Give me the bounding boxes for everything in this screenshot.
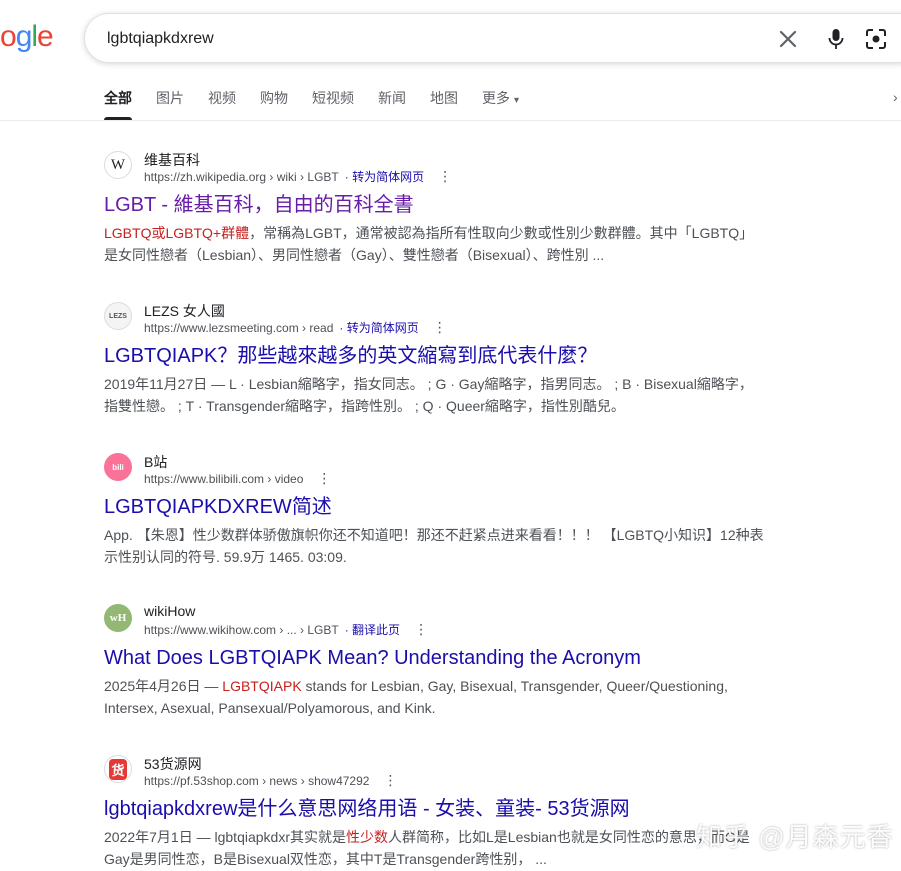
google-logo[interactable]: ogle	[0, 20, 54, 56]
tab-more[interactable]: 更多 ▾	[482, 88, 519, 120]
tab-images[interactable]: 图片	[156, 88, 184, 120]
result-site-name: 维基百科	[144, 152, 200, 168]
tools-edge[interactable]: ›	[893, 89, 898, 105]
more-options-icon[interactable]: ⋮	[383, 772, 397, 789]
tab-news[interactable]: 新闻	[378, 88, 406, 120]
search-tabs: 全部 图片 视频 购物 短视频 新闻 地图 更多 ▾	[104, 88, 543, 120]
result-url: https://www.lezsmeeting.com › read · 转为简体…	[144, 319, 447, 336]
53shop-favicon-icon: 货	[104, 755, 132, 783]
result-snippet: 2025年4月26日 — LGBTQIAPK stands for Lesbia…	[104, 678, 728, 716]
translate-link[interactable]: · 翻译此页	[345, 621, 400, 638]
tab-videos[interactable]: 视频	[208, 88, 236, 120]
result-title[interactable]: What Does LGBTQIAPK Mean? Understanding …	[104, 645, 764, 671]
tab-shopping[interactable]: 购物	[260, 88, 288, 120]
result-site-name: wikiHow	[144, 603, 196, 619]
result-snippet: LGBTQ或LGBTQ+群體，常稱為LGBT，通常被認為指所有性取向少數或性別少…	[104, 225, 754, 263]
search-result: LEZS LEZS 女人國 https://www.lezsmeeting.co…	[104, 301, 764, 417]
result-site-name: B站	[144, 454, 168, 470]
result-title[interactable]: LGBTQIAPKDXREW简述	[104, 494, 764, 520]
clear-icon[interactable]	[776, 27, 800, 51]
microphone-icon[interactable]	[824, 27, 848, 51]
search-result: W 维基百科 https://zh.wikipedia.org › wiki ›…	[104, 150, 764, 266]
camera-lens-icon[interactable]	[864, 27, 888, 51]
translate-link[interactable]: · 转为简体网页	[339, 319, 418, 336]
result-title[interactable]: LGBT - 維基百科，自由的百科全書	[104, 192, 764, 218]
bilibili-favicon-icon: bili	[104, 453, 132, 481]
result-url: https://www.bilibili.com › video ⋮	[144, 470, 332, 487]
wikihow-favicon-icon: wH	[104, 604, 132, 632]
search-box	[84, 13, 901, 63]
result-url: https://pf.53shop.com › news › show47292…	[144, 772, 398, 789]
result-snippet: 2019年11月27日 — L · Lesbian縮略字，指女同志。 ; G ·…	[104, 376, 753, 414]
tab-short-videos[interactable]: 短视频	[312, 88, 354, 120]
more-options-icon[interactable]: ⋮	[317, 470, 331, 487]
more-options-icon[interactable]: ⋮	[438, 168, 452, 185]
translate-link[interactable]: · 转为简体网页	[345, 168, 424, 185]
zhihu-watermark: 知乎 @月森元香	[696, 822, 894, 852]
lezs-favicon-icon: LEZS	[104, 302, 132, 330]
more-options-icon[interactable]: ⋮	[414, 621, 428, 638]
result-snippet: App. 【朱恩】性少数群体骄傲旗帜你还不知道吧！那还不赶紧点进来看看！！！ 【…	[104, 527, 764, 565]
tab-all[interactable]: 全部	[104, 88, 132, 120]
tab-maps[interactable]: 地图	[430, 88, 458, 120]
search-input[interactable]	[105, 26, 749, 52]
result-site-name: LEZS 女人國	[144, 303, 225, 319]
search-result: bili B站 https://www.bilibili.com › video…	[104, 452, 764, 568]
search-result: 货 53货源网 https://pf.53shop.com › news › s…	[104, 754, 764, 870]
result-title[interactable]: LGBTQIAPK？那些越來越多的英文縮寫到底代表什麼？	[104, 343, 764, 369]
caret-down-icon: ▾	[514, 95, 520, 106]
result-snippet: 2022年7月1日 — lgbtqiapkdxr其实就是性少数人群简称，比如L是…	[104, 829, 750, 867]
result-title[interactable]: lgbtqiapkdxrew是什么意思网络用语 - 女装、童装- 53货源网	[104, 796, 764, 822]
tabs-divider	[0, 120, 901, 121]
result-url: https://www.wikihow.com › ... › LGBT · 翻译…	[144, 621, 429, 638]
result-url: https://zh.wikipedia.org › wiki › LGBT · …	[144, 168, 453, 185]
more-options-icon[interactable]: ⋮	[433, 319, 447, 336]
search-result: wH wikiHow https://www.wikihow.com › ...…	[104, 603, 764, 719]
result-site-name: 53货源网	[144, 756, 202, 772]
wikipedia-favicon-icon: W	[104, 151, 132, 179]
